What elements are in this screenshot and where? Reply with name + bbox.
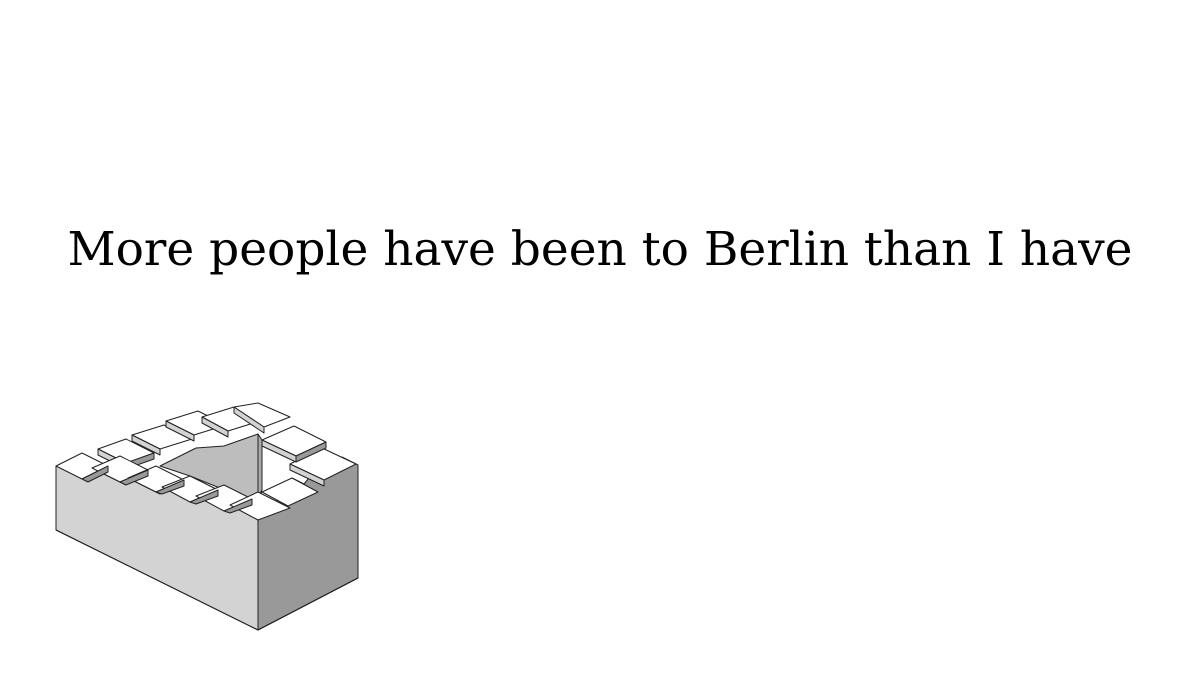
penrose-stairs-illustration bbox=[40, 390, 380, 650]
penrose-stairs-icon bbox=[55, 402, 359, 631]
caption-text: More people have been to Berlin than I h… bbox=[67, 222, 1133, 277]
inner-wall-right bbox=[257, 433, 263, 498]
